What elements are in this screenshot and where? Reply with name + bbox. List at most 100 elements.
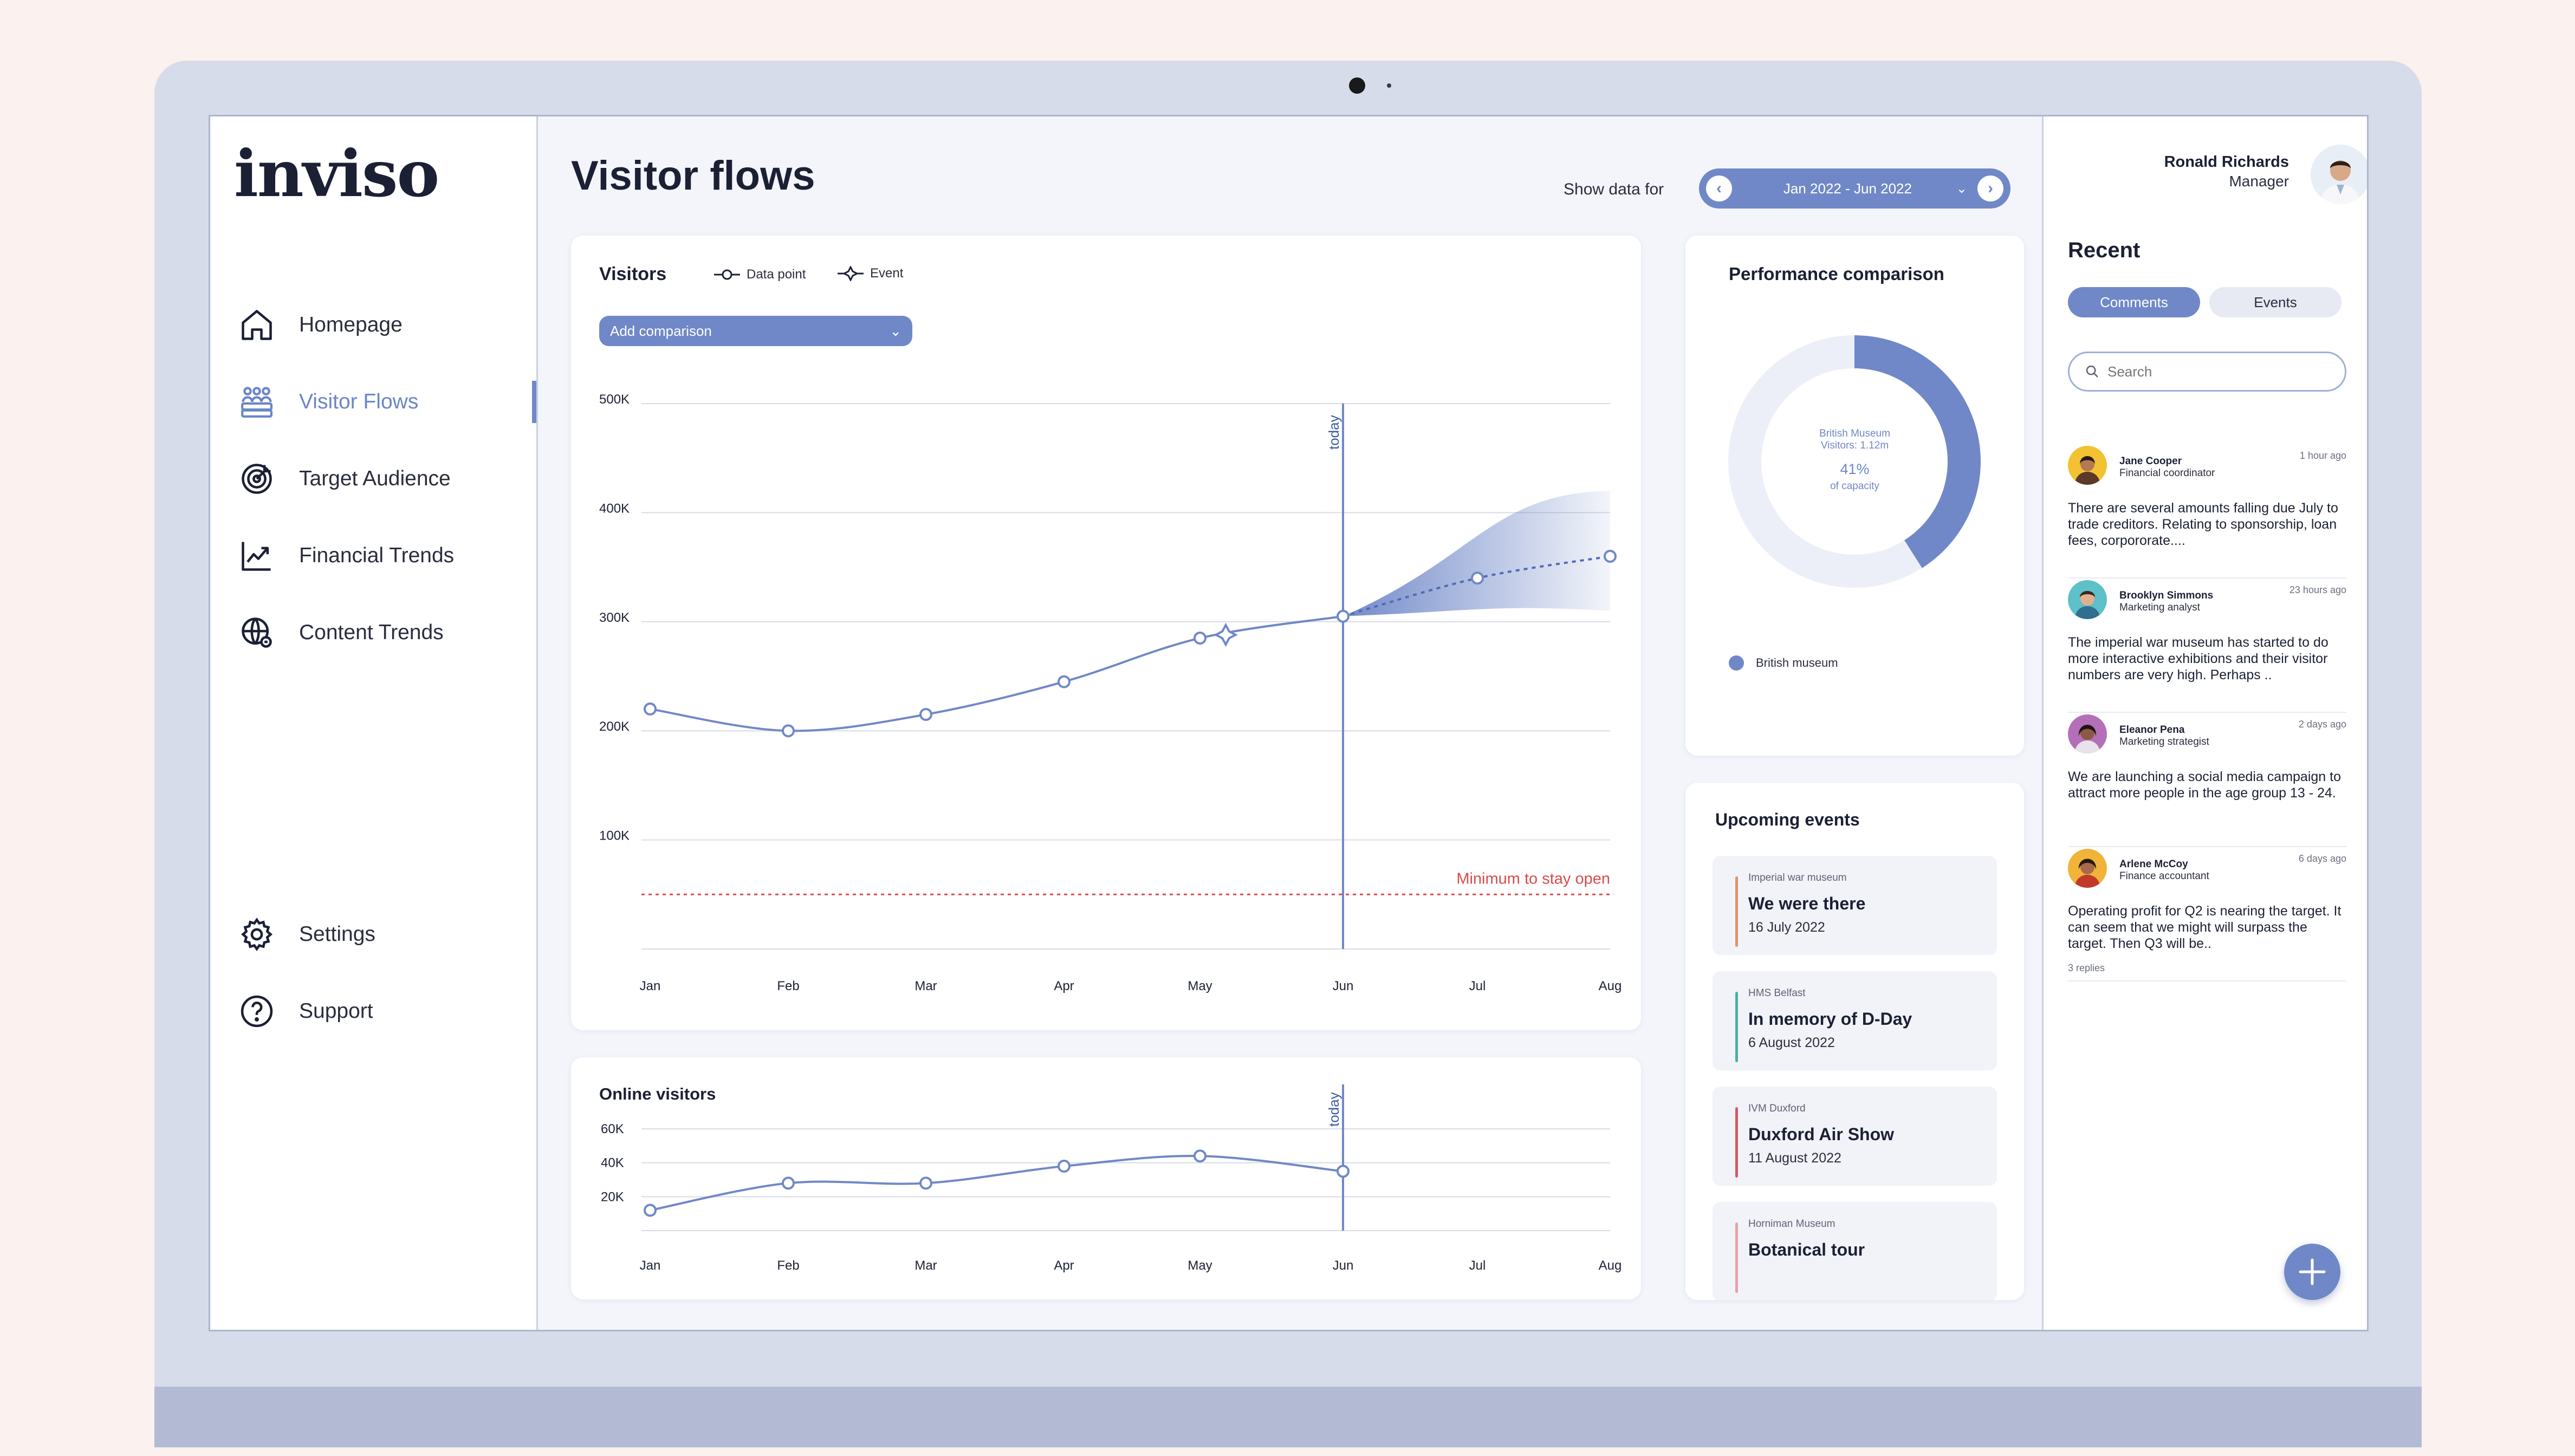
event-venue: Imperial war museum — [1748, 872, 1847, 883]
active-indicator — [532, 381, 536, 423]
comment-text: Operating profit for Q2 is nearing the t… — [2068, 903, 2342, 951]
donut-visitors-label: Visitors: 1.12m — [1820, 440, 1889, 451]
event-date: 16 July 2022 — [1748, 920, 1825, 935]
chevron-down-icon[interactable]: ⌄ — [1956, 181, 1967, 197]
comment-item[interactable]: Arlene McCoy Finance accountant 6 days a… — [2068, 849, 2346, 981]
event-color-bar — [1735, 876, 1738, 947]
user-role: Manager — [2229, 173, 2289, 190]
legend-swatch — [1729, 655, 1744, 671]
performance-donut[interactable] — [1685, 236, 2024, 615]
next-period-button[interactable]: › — [1977, 176, 2003, 202]
comment-author: Jane Cooper — [2119, 456, 2182, 467]
date-range-picker[interactable]: ‹ Jan 2022 - Jun 2022 ⌄ › — [1699, 168, 2010, 209]
sidebar-item-target-audience[interactable]: Target Audience — [238, 457, 531, 500]
y-tick-label: 500K — [599, 392, 630, 407]
donut-percent: 41% — [1840, 461, 1870, 477]
event-color-bar — [1735, 1107, 1738, 1178]
data-point — [1194, 632, 1207, 645]
comment-time: 6 days ago — [2298, 853, 2346, 864]
x-tick-label: Mar — [914, 979, 937, 993]
event-card[interactable]: HMS Belfast In memory of D-Day 6 August … — [1713, 971, 1997, 1070]
event-name: Botanical tour — [1748, 1240, 1865, 1259]
x-tick-label: Mar — [914, 1258, 937, 1273]
tab-comments[interactable]: Comments — [2068, 287, 2200, 317]
x-tick-label: Feb — [777, 1258, 799, 1273]
online-visitors-card: Online visitors 60K 40K 20K Jan Feb Mar Apr May… — [571, 1057, 1641, 1299]
event-venue: HMS Belfast — [1748, 987, 1806, 999]
search-input[interactable] — [2107, 363, 2324, 380]
main-content: Visitor flows Show data for ‹ Jan 2022 -… — [540, 116, 2040, 1330]
event-date: 11 August 2022 — [1748, 1150, 1841, 1166]
sidebar-item-support[interactable]: Support — [238, 990, 531, 1033]
avatar — [2068, 714, 2107, 753]
sidebar-item-label: Settings — [299, 922, 375, 946]
comment-author: Arlene McCoy — [2119, 859, 2188, 870]
x-tick-label: Apr — [1054, 979, 1074, 993]
minimum-threshold-label: Minimum to stay open — [1456, 870, 1610, 887]
comment-role: Marketing strategist — [2119, 736, 2209, 748]
visitors-card: Visitors Data point Event Add comparison… — [571, 236, 1641, 1030]
event-card[interactable]: Imperial war museum We were there 16 Jul… — [1713, 856, 1997, 955]
comment-role: Financial coordinator — [2119, 467, 2215, 479]
add-button[interactable] — [2284, 1244, 2340, 1300]
event-marker — [1214, 622, 1238, 647]
event-venue: Horniman Museum — [1748, 1218, 1835, 1230]
screen: inviso Homepage Visitor Flows Target Aud… — [209, 115, 2369, 1331]
comment-text: There are several amounts falling due Ju… — [2068, 500, 2338, 548]
search-box[interactable] — [2068, 352, 2346, 392]
forecast-band — [1343, 491, 1610, 616]
camera-icon — [1349, 77, 1365, 94]
series-line — [650, 615, 1344, 732]
comment-item[interactable]: Brooklyn Simmons Marketing analyst 23 ho… — [2068, 580, 2346, 713]
tab-events[interactable]: Events — [2209, 287, 2342, 317]
comment-replies[interactable]: 3 replies — [2068, 963, 2105, 974]
avatar — [2068, 446, 2107, 485]
data-point — [782, 724, 795, 738]
show-data-label: Show data for — [1564, 180, 1664, 198]
sidebar-item-financial-trends[interactable]: Financial Trends — [238, 534, 531, 577]
sidebar-item-label: Support — [299, 999, 373, 1023]
user-name[interactable]: Ronald Richards — [2164, 153, 2289, 171]
sidebar-item-homepage[interactable]: Homepage — [238, 303, 531, 347]
event-card[interactable]: Horniman Museum Botanical tour — [1713, 1202, 1997, 1300]
event-card[interactable]: IVM Duxford Duxford Air Show 11 August 2… — [1713, 1087, 1997, 1186]
app-logo[interactable]: inviso — [234, 136, 439, 211]
comment-role: Finance accountant — [2119, 870, 2209, 882]
y-tick-label: 40K — [601, 1156, 624, 1171]
recent-panel: Ronald Richards Manager Recent Comments … — [2042, 116, 2367, 1330]
avatar — [2068, 849, 2107, 888]
sidebar: inviso Homepage Visitor Flows Target Aud… — [210, 116, 538, 1330]
visitors-chart[interactable]: 500K 400K 300K 200K 100K Jan Feb Mar Apr May Jun Ju… — [571, 236, 1641, 1030]
event-date: 6 August 2022 — [1748, 1035, 1835, 1050]
sidebar-item-label: Target Audience — [299, 467, 451, 490]
avatar[interactable] — [2311, 145, 2367, 204]
y-tick-label: 100K — [599, 829, 630, 843]
series-line — [650, 1154, 1344, 1212]
sidebar-item-label: Content Trends — [299, 621, 444, 644]
sidebar-item-content-trends[interactable]: Content Trends — [238, 611, 531, 654]
y-tick-label: 200K — [599, 719, 630, 734]
comment-item[interactable]: Eleanor Pena Marketing strategist 2 days… — [2068, 714, 2346, 847]
gear-icon — [241, 918, 273, 951]
event-color-bar — [1735, 992, 1738, 1062]
event-name: In memory of D-Day — [1748, 1009, 1912, 1029]
comment-item[interactable]: Jane Cooper Financial coordinator 1 hour… — [2068, 446, 2346, 578]
event-name: We were there — [1748, 894, 1866, 913]
donut-capacity-label: of capacity — [1830, 480, 1879, 492]
sidebar-item-visitor-flows[interactable]: Visitor Flows — [238, 380, 531, 424]
avatar — [2068, 580, 2107, 619]
x-tick-label: Aug — [1599, 1258, 1622, 1273]
sidebar-item-settings[interactable]: Settings — [238, 913, 531, 956]
online-visitors-chart[interactable]: 60K 40K 20K Jan Feb Mar Apr May Jun Jul Aug today — [571, 1057, 1641, 1299]
y-tick-label: 60K — [601, 1122, 624, 1136]
date-range-value: Jan 2022 - Jun 2022 — [1783, 180, 1912, 197]
x-tick-label: Feb — [777, 979, 799, 993]
search-icon — [2086, 365, 2098, 378]
comment-role: Marketing analyst — [2119, 602, 2200, 613]
comment-time: 23 hours ago — [2289, 584, 2346, 595]
sidebar-item-label: Visitor Flows — [299, 390, 419, 413]
x-tick-label: Jul — [1469, 1258, 1486, 1273]
prev-period-button[interactable]: ‹ — [1706, 176, 1732, 202]
data-point — [1058, 1159, 1071, 1173]
x-tick-label: Aug — [1599, 979, 1622, 993]
